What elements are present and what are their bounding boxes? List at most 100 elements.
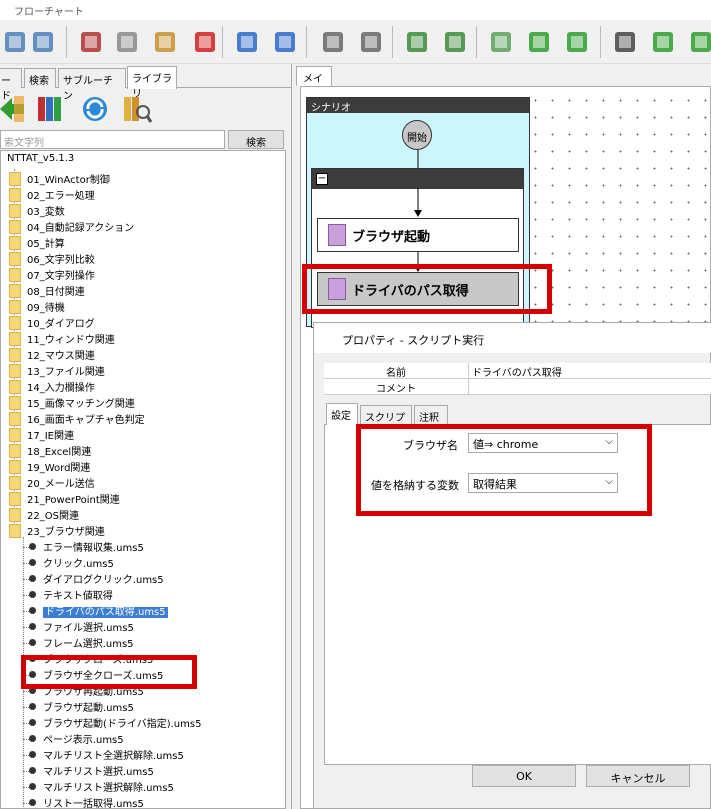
tree-folder[interactable]: 03_変数 — [9, 203, 65, 219]
tree-item[interactable]: マルチリスト全選択解除.ums5 — [23, 747, 184, 763]
tree-root[interactable]: NTTAT_v5.1.3 — [7, 153, 74, 169]
tree-folder[interactable]: 08_日付関連 — [9, 283, 85, 299]
image-icon[interactable] — [28, 27, 58, 57]
folder-icon — [9, 220, 21, 234]
tree-item[interactable]: ブラウザ起動(ドライバ指定).ums5 — [23, 715, 202, 731]
arrow-left-icon[interactable] — [0, 94, 26, 124]
folder-label: 07_文字列操作 — [27, 271, 95, 282]
tree-folder[interactable]: 17_IE関連 — [9, 427, 74, 443]
library-books-icon[interactable] — [36, 94, 66, 124]
tab-script[interactable]: スクリプト — [360, 405, 412, 439]
tab-library[interactable]: ライブラリ — [127, 66, 177, 100]
tree-item[interactable]: エラー情報収集.ums5 — [23, 539, 144, 555]
tree-item[interactable]: マルチリスト選択.ums5 — [23, 763, 154, 779]
tree-folder[interactable]: 15_画像マッチング関連 — [9, 395, 135, 411]
tree-folder[interactable]: 10_ダイアログ — [9, 315, 95, 331]
folder-label: 18_Excel関連 — [27, 447, 92, 458]
search-button[interactable]: 検索 — [228, 130, 284, 149]
undo-icon[interactable] — [232, 27, 262, 57]
tab-settings[interactable]: 設定 — [326, 403, 358, 426]
tree-folder[interactable]: 14_入力欄操作 — [9, 379, 95, 395]
tab-subroutine[interactable]: サブルーチン — [58, 68, 126, 102]
paste-icon[interactable] — [150, 27, 180, 57]
tree-folder[interactable]: 20_メール送信 — [9, 475, 95, 491]
tab-search[interactable]: 検索 — [24, 68, 56, 88]
tree-folder[interactable]: 09_待機 — [9, 299, 65, 315]
image-icon[interactable] — [0, 27, 30, 57]
zoom-in-icon[interactable] — [318, 27, 348, 57]
script-dot-icon — [29, 703, 36, 710]
insert-node-icon[interactable] — [486, 27, 516, 57]
folder-icon — [9, 364, 21, 378]
tree-item[interactable]: ブラウザ起動.ums5 — [23, 699, 134, 715]
tree-item[interactable]: リスト一括取得.ums5 — [23, 795, 144, 808]
node-browser-launch[interactable]: ブラウザ起動 — [317, 218, 519, 252]
item-label: フレーム選択.ums5 — [43, 639, 134, 650]
arrow-left-icon[interactable] — [524, 27, 554, 57]
item-label: ダイアログクリック.ums5 — [43, 575, 164, 586]
toolbar — [0, 20, 711, 64]
cut-icon[interactable] — [76, 27, 106, 57]
cancel-button[interactable]: キャンセル — [586, 765, 690, 787]
export-image-icon[interactable] — [402, 27, 432, 57]
tree-item[interactable]: ファイル選択.ums5 — [23, 619, 134, 635]
redo-icon[interactable] — [270, 27, 300, 57]
folder-icon — [9, 492, 21, 506]
tree-item[interactable]: ページ表示.ums5 — [23, 731, 124, 747]
tree-folder[interactable]: 06_文字列比較 — [9, 251, 95, 267]
tree-folder[interactable]: 02_エラー処理 — [9, 187, 95, 203]
script-dot-icon — [29, 719, 36, 726]
tree-item[interactable]: テキスト値取得 — [23, 587, 113, 603]
ok-button[interactable]: OK — [472, 765, 576, 787]
toolbar-separator — [306, 26, 307, 58]
copy-icon[interactable] — [112, 27, 142, 57]
tree-folder[interactable]: 12_マウス関連 — [9, 347, 95, 363]
item-label: ブラウザ起動(ドライバ指定).ums5 — [43, 719, 202, 730]
folder-icon — [9, 524, 21, 538]
import-image-icon[interactable] — [440, 27, 470, 57]
tree-folder[interactable]: 05_計算 — [9, 235, 65, 251]
tree-folder[interactable]: 13_ファイル関連 — [9, 363, 105, 379]
folder-label: 12_マウス関連 — [27, 351, 95, 362]
delete-icon[interactable] — [190, 27, 220, 57]
tree-folder[interactable]: 19_Word関連 — [9, 459, 90, 475]
item-label: マルチリスト全選択解除.ums5 — [43, 751, 184, 762]
script-dot-icon — [29, 799, 36, 806]
folder-label: 20_メール送信 — [27, 479, 95, 490]
tab-node[interactable]: ード — [0, 68, 22, 102]
tree-item[interactable]: クリック.ums5 — [23, 555, 114, 571]
tab-notes[interactable]: 注釈 — [414, 405, 448, 425]
search-input[interactable]: 索文字列 — [0, 130, 225, 149]
properties-dialog: プロパティ - スクリプト実行 名前 ドライバのパス取得 コメント 設定 スクリ… — [313, 322, 711, 809]
tree-folder[interactable]: 22_OS関連 — [9, 507, 79, 523]
tree-folder[interactable]: 18_Excel関連 — [9, 443, 92, 459]
toolbar-separator — [392, 26, 393, 58]
tree-folder[interactable]: 21_PowerPoint関連 — [9, 491, 120, 507]
name-value[interactable]: ドライバのパス取得 — [472, 364, 562, 379]
tree-folder[interactable]: 16_画面キャプチャ色判定 — [9, 411, 145, 427]
tree-item[interactable]: マルチリスト選択解除.ums5 — [23, 779, 174, 795]
add-icon[interactable] — [648, 27, 678, 57]
folder-label: 08_日付関連 — [27, 287, 85, 298]
folder-label: 03_変数 — [27, 207, 65, 218]
zoom-out-icon[interactable] — [356, 27, 386, 57]
tree-folder[interactable]: 04_自動記録アクション — [9, 219, 134, 235]
tree-item[interactable]: ドライバのパス取得.ums5 — [23, 603, 168, 619]
folder-icon — [9, 236, 21, 250]
arrow-green-icon[interactable] — [686, 27, 711, 57]
folder-label: 01_WinActor制御 — [27, 175, 110, 186]
folder-icon — [9, 428, 21, 442]
tab-main[interactable]: メイン — [296, 66, 332, 100]
library-search-icon[interactable] — [122, 94, 152, 124]
windows-icon[interactable] — [610, 27, 640, 57]
start-node[interactable]: 開始 — [402, 120, 432, 150]
tree-folder[interactable]: 11_ウィンドウ関連 — [9, 331, 115, 347]
collapse-button[interactable]: − — [316, 173, 328, 185]
refresh-icon[interactable] — [80, 94, 110, 124]
tree-folder[interactable]: 07_文字列操作 — [9, 267, 95, 283]
tree-item[interactable]: フレーム選択.ums5 — [23, 635, 134, 651]
tree-folder[interactable]: 23_ブラウザ関連 — [9, 523, 105, 539]
tree-item[interactable]: ダイアログクリック.ums5 — [23, 571, 164, 587]
arrow-right-icon[interactable] — [562, 27, 592, 57]
tree-folder[interactable]: 01_WinActor制御 — [9, 171, 110, 187]
